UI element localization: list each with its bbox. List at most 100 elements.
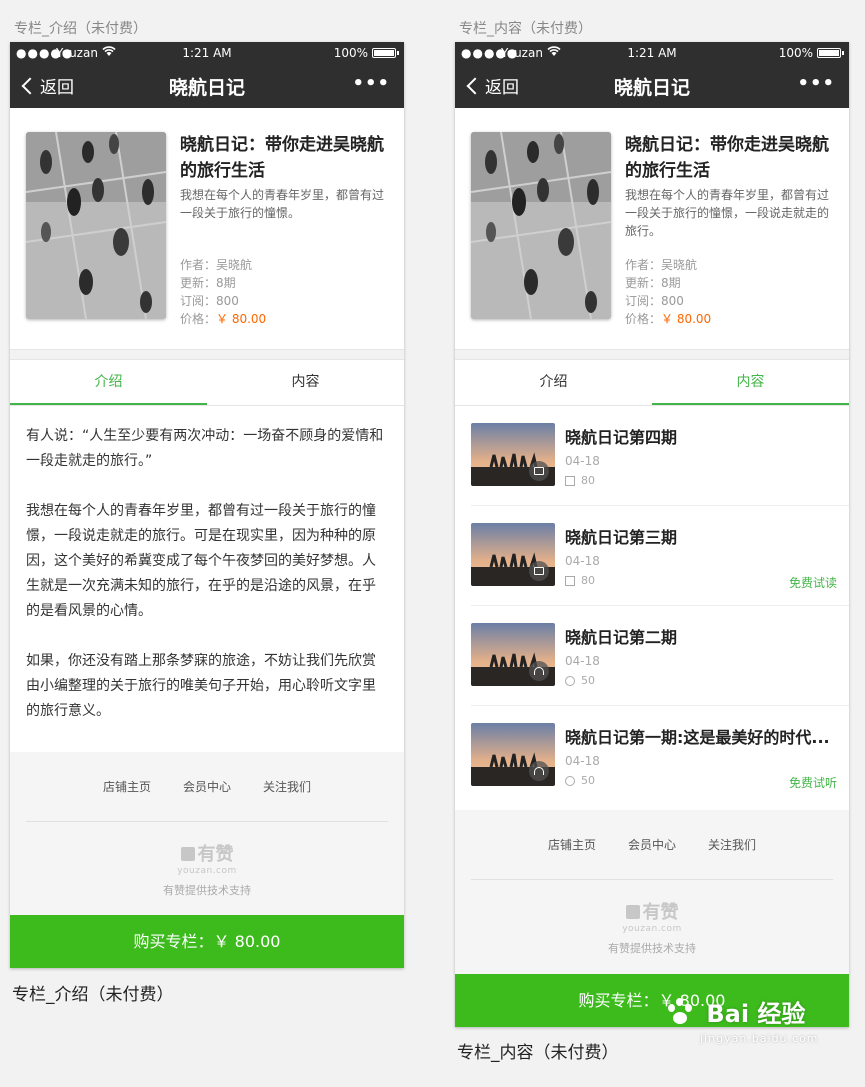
shop-home-link[interactable]: 店铺主页 — [548, 836, 596, 853]
doc-icon — [529, 561, 549, 581]
episode-title: 晓航日记第四期 — [565, 428, 678, 447]
thumbs-up-icon — [180, 847, 195, 861]
price-label: 价格： — [180, 312, 217, 326]
free-trial-badge[interactable]: 免费试读 — [789, 574, 837, 591]
section-gap — [10, 350, 404, 360]
follow-us-link[interactable]: 关注我们 — [263, 778, 311, 795]
column-description: 我想在每个人的青春年岁里，都曾有过一段关于旅行的憧憬。 — [180, 188, 385, 220]
right-panel-bottom-caption: 专栏_内容（未付费） — [457, 1043, 619, 1063]
episode-view-count: 80 — [565, 474, 595, 487]
youzan-domain: youzan.com — [177, 866, 237, 876]
episode-view-count: 80 — [565, 574, 595, 587]
youzan-brand: 有赞 youzan.com 有赞提供技术支持 — [10, 822, 404, 898]
column-subscribers: 订阅：800 — [625, 294, 684, 308]
nav-bar: 返回 晓航日记 ••• — [455, 62, 849, 108]
headphone-icon — [529, 661, 549, 681]
shop-home-link[interactable]: 店铺主页 — [103, 778, 151, 795]
episode-thumbnail — [471, 523, 555, 586]
footer-links: 店铺主页 会员中心 关注我们 — [471, 810, 833, 880]
intro-paragraph-1: 有人说：“人生至少要有两次冲动：一场奋不顾身的爱情和一段走就走的旅行。” — [26, 428, 384, 469]
shop-footer: 店铺主页 会员中心 关注我们 有赞 youzan.com 有赞提供技术支持 — [455, 810, 849, 974]
nav-bar: 返回 晓航日记 ••• — [10, 62, 404, 108]
battery-icon — [817, 48, 844, 58]
intro-paragraph-3: 如果，你还没有踏上那条梦寐的旅途，不妨让我们先欣赏由小编整理的关于旅行的唯美句子… — [26, 653, 376, 719]
episode-title: 晓航日记第一期:这是最美好的时代... — [565, 728, 830, 747]
more-icon[interactable]: ••• — [352, 73, 390, 94]
member-center-link[interactable]: 会员中心 — [628, 836, 676, 853]
column-author: 作者：吴晓航 — [625, 258, 698, 272]
intro-text: 有人说：“人生至少要有两次冲动：一场奋不顾身的爱情和一段走就走的旅行。” 我想在… — [10, 406, 404, 740]
shop-footer: 店铺主页 会员中心 关注我们 有赞 youzan.com 有赞提供技术支持 — [10, 752, 404, 915]
tab-bar: 介绍 内容 — [455, 360, 849, 406]
baidu-watermark: Bai 经验 — [664, 994, 805, 1029]
page-title: 晓航日记 — [168, 77, 245, 99]
episode-play-count: 50 — [565, 674, 595, 687]
baidu-watermark-url: jingyan.baidu.com — [700, 1032, 819, 1045]
episode-date: 04-18 — [565, 454, 600, 468]
footer-links: 店铺主页 会员中心 关注我们 — [26, 752, 388, 822]
list-item[interactable]: 晓航日记第四期 04-18 80 — [471, 406, 849, 506]
section-gap — [455, 350, 849, 360]
column-subscribers: 订阅：800 — [180, 294, 239, 308]
more-icon[interactable]: ••• — [797, 73, 835, 94]
episode-title: 晓航日记第三期 — [565, 528, 678, 547]
youzan-logo: 有赞 — [10, 840, 404, 866]
episode-thumbnail — [471, 623, 555, 686]
intro-paragraph-2: 我想在每个人的青春年岁里，都曾有过一段关于旅行的憧憬，一段说走就走的旅行。可是在… — [26, 503, 376, 619]
tab-intro[interactable]: 介绍 — [455, 360, 652, 405]
tab-intro[interactable]: 介绍 — [10, 360, 207, 405]
doc-icon — [529, 461, 549, 481]
episode-title: 晓航日记第二期 — [565, 628, 678, 647]
price-value: ￥ 80.00 — [216, 312, 267, 326]
column-updates: 更新：8期 — [625, 276, 681, 290]
column-title: 晓航日记：带你走进吴晓航的旅行生活 — [625, 135, 829, 181]
buy-column-button[interactable]: 购买专栏：￥ 80.00 — [10, 915, 404, 968]
status-bar: ●●●●● Youzan 1:21 AM 100% — [455, 42, 849, 62]
youzan-logo: 有赞 — [455, 898, 849, 924]
paw-icon — [664, 996, 698, 1026]
episode-date: 04-18 — [565, 654, 600, 668]
content-screen: ●●●●● Youzan 1:21 AM 100% 返回 晓航日记 ••• 晓航… — [455, 42, 849, 1027]
episode-thumbnail — [471, 723, 555, 786]
view-count-icon — [565, 575, 575, 586]
youzan-brand: 有赞 youzan.com 有赞提供技术支持 — [455, 880, 849, 956]
episode-thumbnail — [471, 423, 555, 486]
tech-support-text: 有赞提供技术支持 — [608, 942, 696, 955]
right-panel-caption: 专栏_内容（未付费） — [459, 21, 592, 37]
episode-date: 04-18 — [565, 554, 600, 568]
column-card: 晓航日记：带你走进吴晓航的旅行生活 我想在每个人的青春年岁里，都曾有过一段关于旅… — [455, 108, 849, 350]
column-info: 晓航日记：带你走进吴晓航的旅行生活 我想在每个人的青春年岁里，都曾有过一段关于旅… — [180, 132, 390, 222]
column-price-row: 价格：￥ 80.00 — [625, 310, 711, 328]
left-panel-caption: 专栏_介绍（未付费） — [14, 21, 147, 37]
column-meta: 作者：吴晓航 更新：8期 订阅：800 价格：￥ 80.00 — [180, 256, 266, 328]
status-bar: ●●●●● Youzan 1:21 AM 100% — [10, 42, 404, 62]
column-info: 晓航日记：带你走进吴晓航的旅行生活 我想在每个人的青春年岁里，都曾有过一段关于旅… — [625, 132, 835, 240]
column-card: 晓航日记：带你走进吴晓航的旅行生活 我想在每个人的青春年岁里，都曾有过一段关于旅… — [10, 108, 404, 350]
column-price-row: 价格：￥ 80.00 — [180, 310, 266, 328]
member-center-link[interactable]: 会员中心 — [183, 778, 231, 795]
episode-date: 04-18 — [565, 754, 600, 768]
list-item[interactable]: 晓航日记第三期 04-18 80 免费试读 — [471, 506, 849, 606]
intro-screen: ●●●●● Youzan 1:21 AM 100% 返回 晓航日记 ••• 晓航… — [10, 42, 404, 968]
column-cover-image — [26, 132, 166, 319]
page-title: 晓航日记 — [613, 77, 690, 99]
left-panel-bottom-caption: 专栏_介绍（未付费） — [12, 985, 174, 1005]
play-count-icon — [565, 775, 575, 786]
column-author: 作者：吴晓航 — [180, 258, 253, 272]
column-description: 我想在每个人的青春年岁里，都曾有过一段关于旅行的憧憬，一段说走就走的旅行。 — [625, 188, 830, 238]
list-item[interactable]: 晓航日记第二期 04-18 50 — [471, 606, 849, 706]
column-title: 晓航日记：带你走进吴晓航的旅行生活 — [180, 135, 384, 181]
follow-us-link[interactable]: 关注我们 — [708, 836, 756, 853]
tab-content[interactable]: 内容 — [207, 360, 404, 405]
list-item[interactable]: 晓航日记第一期:这是最美好的时代... 04-18 50 免费试听 — [471, 706, 849, 806]
tab-content[interactable]: 内容 — [652, 360, 849, 405]
battery-icon — [372, 48, 399, 58]
headphone-icon — [529, 761, 549, 781]
column-updates: 更新：8期 — [180, 276, 236, 290]
view-count-icon — [565, 475, 575, 486]
price-label: 价格： — [625, 312, 662, 326]
free-listen-badge[interactable]: 免费试听 — [789, 774, 837, 791]
episode-list: 晓航日记第四期 04-18 80 晓航日记第三期 04-18 80 免费试读 晓… — [455, 406, 849, 806]
battery-percent: 100% — [333, 46, 368, 60]
play-count-icon — [565, 675, 575, 686]
